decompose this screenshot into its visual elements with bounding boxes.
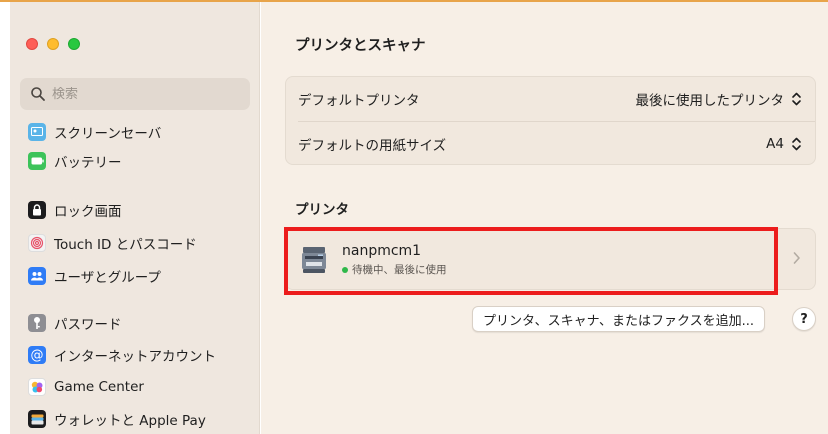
sidebar-item-label: ユーザとグループ: [54, 270, 161, 286]
sidebar-item-label: ウォレットと Apple Pay: [54, 413, 206, 429]
search-icon: [31, 87, 45, 101]
lock-icon: [28, 201, 46, 219]
system-settings-window: スクリーンセーバ バッテリー ロック画面 Touch ID とパスコード ユーザ: [0, 0, 828, 434]
printer-info: nanpmcm1 待機中、最後に使用: [342, 243, 447, 277]
at-icon: @: [28, 346, 46, 364]
sidebar-item-users-groups[interactable]: ユーザとグループ: [28, 263, 161, 289]
paper-size-popup[interactable]: A4: [766, 136, 803, 152]
page-title: プリンタとスキャナ: [295, 38, 426, 54]
default-printer-popup[interactable]: 最後に使用したプリンタ: [636, 89, 804, 109]
printer-status-text: 待機中、最後に使用: [352, 264, 447, 276]
status-dot-icon: [342, 266, 348, 273]
default-printer-value: 最後に使用したプリンタ: [635, 93, 785, 109]
sidebar-item-screensaver[interactable]: スクリーンセーバ: [28, 119, 161, 145]
sidebar-item-label: Game Center: [54, 379, 144, 395]
printer-icon: [302, 247, 326, 273]
close-window-button[interactable]: [26, 38, 38, 50]
fingerprint-icon: [28, 234, 46, 252]
sidebar-item-passwords[interactable]: パスワード: [28, 310, 122, 336]
help-button[interactable]: ?: [792, 307, 816, 331]
default-printer-row: デフォルトプリンタ 最後に使用したプリンタ: [286, 77, 815, 121]
defaults-group: デフォルトプリンタ 最後に使用したプリンタ デフォルトの用紙サイズ A4: [285, 76, 816, 165]
sidebar-search[interactable]: [20, 78, 250, 110]
zoom-window-button[interactable]: [68, 38, 80, 50]
sidebar-item-battery[interactable]: バッテリー: [28, 148, 122, 174]
sidebar-item-game-center[interactable]: Game Center: [28, 374, 144, 400]
battery-icon: [28, 152, 46, 170]
main-pane: プリンタとスキャナ デフォルトプリンタ 最後に使用したプリンタ デフォルトの用紙…: [261, 2, 828, 434]
paper-size-label: デフォルトの用紙サイズ: [298, 137, 447, 154]
sidebar-item-wallet-apple-pay[interactable]: ウォレットと Apple Pay: [28, 406, 206, 432]
sidebar: スクリーンセーバ バッテリー ロック画面 Touch ID とパスコード ユーザ: [10, 2, 260, 434]
updown-chevron-icon: [792, 137, 801, 150]
printers-section-title: プリンタ: [295, 202, 349, 218]
updown-chevron-icon: [792, 92, 801, 106]
sidebar-item-label: Touch ID とパスコード: [54, 237, 197, 253]
printer-status: 待機中、最後に使用: [342, 262, 447, 277]
add-printer-button[interactable]: プリンタ、スキャナ、またはファクスを追加...: [472, 306, 765, 332]
default-printer-label: デフォルトプリンタ: [298, 93, 420, 109]
game-center-icon: [28, 378, 46, 396]
printer-row-nanpmcm1[interactable]: nanpmcm1 待機中、最後に使用: [286, 229, 815, 291]
sidebar-item-touch-id[interactable]: Touch ID とパスコード: [28, 230, 197, 256]
chevron-right-icon: [793, 252, 800, 264]
screensaver-icon: [28, 123, 46, 141]
search-input[interactable]: [52, 86, 232, 102]
traffic-lights: [26, 38, 80, 50]
window-top-edge: [0, 0, 828, 2]
sidebar-item-label: スクリーンセーバ: [54, 126, 162, 142]
sidebar-item-label: ロック画面: [54, 204, 122, 220]
users-icon: [28, 267, 46, 285]
sidebar-item-label: パスワード: [54, 317, 122, 333]
sidebar-item-internet-accounts[interactable]: @ インターネットアカウント: [28, 342, 216, 368]
sidebar-item-label: バッテリー: [54, 155, 122, 171]
printer-name: nanpmcm1: [342, 243, 422, 259]
wallet-icon: [28, 410, 46, 428]
key-icon: [28, 314, 46, 332]
paper-size-value: A4: [766, 135, 784, 152]
sidebar-item-lock-screen[interactable]: ロック画面: [28, 197, 122, 223]
printers-group: nanpmcm1 待機中、最後に使用: [285, 228, 816, 290]
sidebar-item-label: インターネットアカウント: [54, 349, 216, 365]
paper-size-row: デフォルトの用紙サイズ A4: [298, 121, 815, 165]
minimize-window-button[interactable]: [47, 38, 59, 50]
